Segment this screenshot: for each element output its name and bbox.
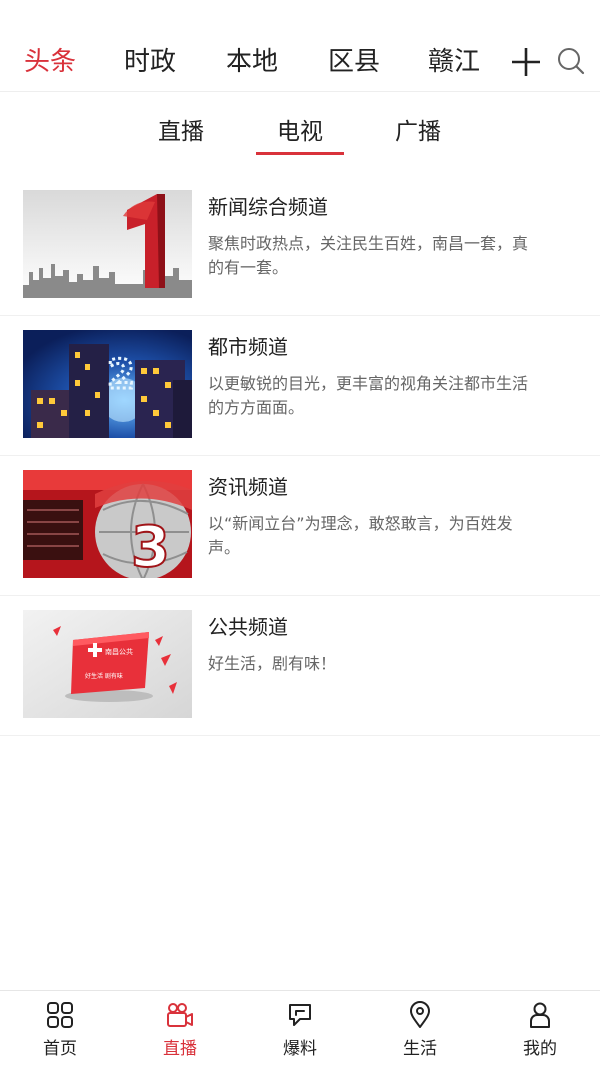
channel-thumbnail-news bbox=[23, 190, 192, 298]
channel-description: 以“新闻立台”为理念，敢怒敢言，为百姓发声。 bbox=[208, 514, 513, 557]
subtab-active-indicator bbox=[256, 152, 344, 155]
video-camera-icon bbox=[167, 1003, 193, 1027]
bottom-nav-life[interactable]: 生活 bbox=[360, 991, 480, 1067]
bottom-nav-home[interactable]: 首页 bbox=[0, 991, 120, 1067]
bottom-nav-label: 直播 bbox=[163, 1039, 197, 1059]
channel-description: 好生活，剧有味！ bbox=[208, 654, 337, 673]
bottom-nav-label: 我的 bbox=[523, 1039, 557, 1059]
person-icon bbox=[530, 1002, 550, 1028]
channel-item-city[interactable]: 2 都市频道 以更敏锐的目光，更丰富的视角关注都市生活的方方面面。 bbox=[0, 316, 600, 456]
channel-item-info[interactable]: 3 资讯频道 以“新闻立台”为理念，敢怒敢言，为百姓发声。 bbox=[0, 456, 600, 596]
thumbnail-logo-text: 南昌公共 bbox=[105, 647, 133, 656]
bottom-nav-label: 首页 bbox=[43, 1039, 77, 1059]
category-tab-toutiao[interactable]: 头条 bbox=[24, 42, 76, 82]
svg-text:3: 3 bbox=[131, 515, 170, 578]
channel-title: 新闻综合频道 bbox=[208, 195, 328, 219]
channel-thumbnail-public: 南昌公共 好生活 剧有味 bbox=[23, 610, 192, 718]
subtab-radio[interactable]: 广播 bbox=[368, 116, 468, 148]
bottom-nav: 首页 直播 爆料 生活 我的 bbox=[0, 990, 600, 1067]
category-tab-quxian[interactable]: 区县 bbox=[328, 42, 380, 82]
channel-title: 都市频道 bbox=[208, 335, 288, 359]
category-nav: 头条 时政 本地 区县 赣江 bbox=[0, 0, 600, 92]
bottom-nav-tips[interactable]: 爆料 bbox=[240, 991, 360, 1067]
bottom-nav-mine[interactable]: 我的 bbox=[480, 991, 600, 1067]
channel-title: 公共频道 bbox=[208, 615, 288, 639]
bottom-nav-label: 生活 bbox=[403, 1039, 437, 1059]
chat-bubble-icon bbox=[289, 1004, 311, 1026]
category-tab-shizheng[interactable]: 时政 bbox=[124, 42, 176, 82]
plus-icon[interactable] bbox=[510, 46, 542, 78]
subtab-live[interactable]: 直播 bbox=[131, 116, 231, 148]
category-tab-bendi[interactable]: 本地 bbox=[226, 42, 278, 82]
channel-item-public[interactable]: 南昌公共 好生活 剧有味 公共频道 好生活，剧有味！ bbox=[0, 596, 600, 736]
channel-description: 聚焦时政热点，关注民生百姓，南昌一套，真的有一套。 bbox=[208, 234, 529, 277]
channel-thumbnail-city: 2 bbox=[23, 330, 192, 438]
bottom-nav-live[interactable]: 直播 bbox=[120, 991, 240, 1067]
svg-text:2: 2 bbox=[107, 352, 135, 398]
category-tab-ganjiang[interactable]: 赣江 bbox=[428, 42, 480, 82]
grid-icon bbox=[47, 1002, 73, 1028]
channel-description: 以更敏锐的目光，更丰富的视角关注都市生活的方方面面。 bbox=[208, 374, 529, 417]
location-pin-icon bbox=[410, 1001, 430, 1028]
channel-title: 资讯频道 bbox=[208, 475, 288, 499]
subtab-tv[interactable]: 电视 bbox=[250, 116, 350, 148]
channel-thumbnail-info: 3 bbox=[23, 470, 192, 578]
bottom-nav-label: 爆料 bbox=[283, 1039, 317, 1059]
channel-item-news[interactable]: 新闻综合频道 聚焦时政热点，关注民生百姓，南昌一套，真的有一套。 bbox=[0, 176, 600, 316]
thumbnail-slogan-text: 好生活 剧有味 bbox=[85, 672, 123, 680]
search-icon[interactable] bbox=[556, 46, 586, 76]
